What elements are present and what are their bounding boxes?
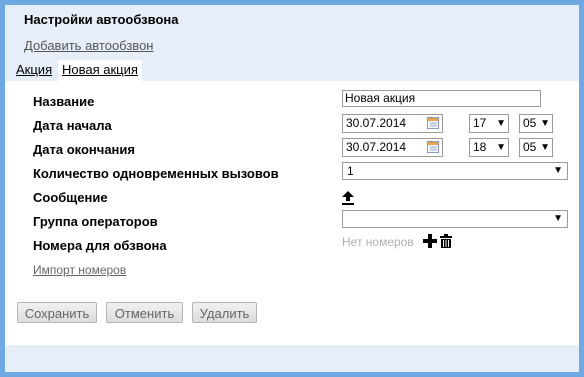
start-hour-select[interactable]: 17 ▼ (469, 114, 509, 133)
start-date-field[interactable]: 30.07.2014 (342, 114, 443, 133)
no-numbers-text: Нет номеров (342, 235, 414, 249)
page-title: Настройки автообзвона (24, 12, 179, 27)
end-date-label: Дата окончания (33, 142, 135, 157)
end-minute-select[interactable]: 05 ▼ (519, 138, 553, 157)
start-date-label: Дата начала (33, 118, 112, 133)
footer-panel (5, 345, 579, 372)
calendar-icon[interactable] (427, 117, 439, 129)
end-hour-select[interactable]: 18 ▼ (469, 138, 509, 157)
calendar-icon[interactable] (427, 141, 439, 153)
start-minute-value: 05 (523, 116, 537, 130)
start-minute-select[interactable]: 05 ▼ (519, 114, 553, 133)
operator-group-select[interactable]: ▼ (342, 210, 568, 228)
trash-icon[interactable] (440, 234, 452, 248)
upload-icon[interactable] (342, 191, 354, 205)
concurrent-calls-label: Количество одновременных вызовов (33, 166, 279, 181)
import-numbers-link[interactable]: Импорт номеров (33, 263, 126, 277)
delete-button[interactable]: Удалить (192, 302, 257, 323)
cancel-button[interactable]: Отменить (106, 302, 183, 323)
triangle-down-icon: ▼ (540, 118, 550, 129)
triangle-down-icon: ▼ (496, 142, 506, 153)
tab-campaign[interactable]: Акция (13, 60, 55, 81)
call-numbers-label: Номера для обзвона (33, 238, 167, 253)
operator-group-label: Группа операторов (33, 214, 158, 229)
end-hour-value: 18 (473, 140, 487, 154)
name-input[interactable]: Новая акция (342, 90, 541, 107)
name-label: Название (33, 94, 95, 109)
end-date-field[interactable]: 30.07.2014 (342, 138, 443, 157)
triangle-down-icon: ▼ (553, 213, 563, 224)
triangle-down-icon: ▼ (496, 118, 506, 129)
end-date-value: 30.07.2014 (346, 140, 407, 154)
autodial-settings-window: Настройки автообзвона Добавить автообзво… (5, 5, 579, 372)
add-autodial-link[interactable]: Добавить автообзвон (24, 38, 153, 53)
concurrent-calls-value: 1 (347, 164, 354, 178)
start-hour-value: 17 (473, 116, 487, 130)
message-label: Сообщение (33, 190, 108, 205)
tab-new-campaign[interactable]: Новая акция (58, 60, 142, 81)
triangle-down-icon: ▼ (553, 165, 563, 176)
start-date-value: 30.07.2014 (346, 116, 407, 130)
triangle-down-icon: ▼ (540, 142, 550, 153)
header-panel: Настройки автообзвона Добавить автообзво… (5, 5, 579, 81)
concurrent-calls-select[interactable]: 1 ▼ (342, 162, 568, 180)
end-minute-value: 05 (523, 140, 537, 154)
save-button[interactable]: Сохранить (17, 302, 97, 323)
plus-icon[interactable] (423, 234, 437, 248)
